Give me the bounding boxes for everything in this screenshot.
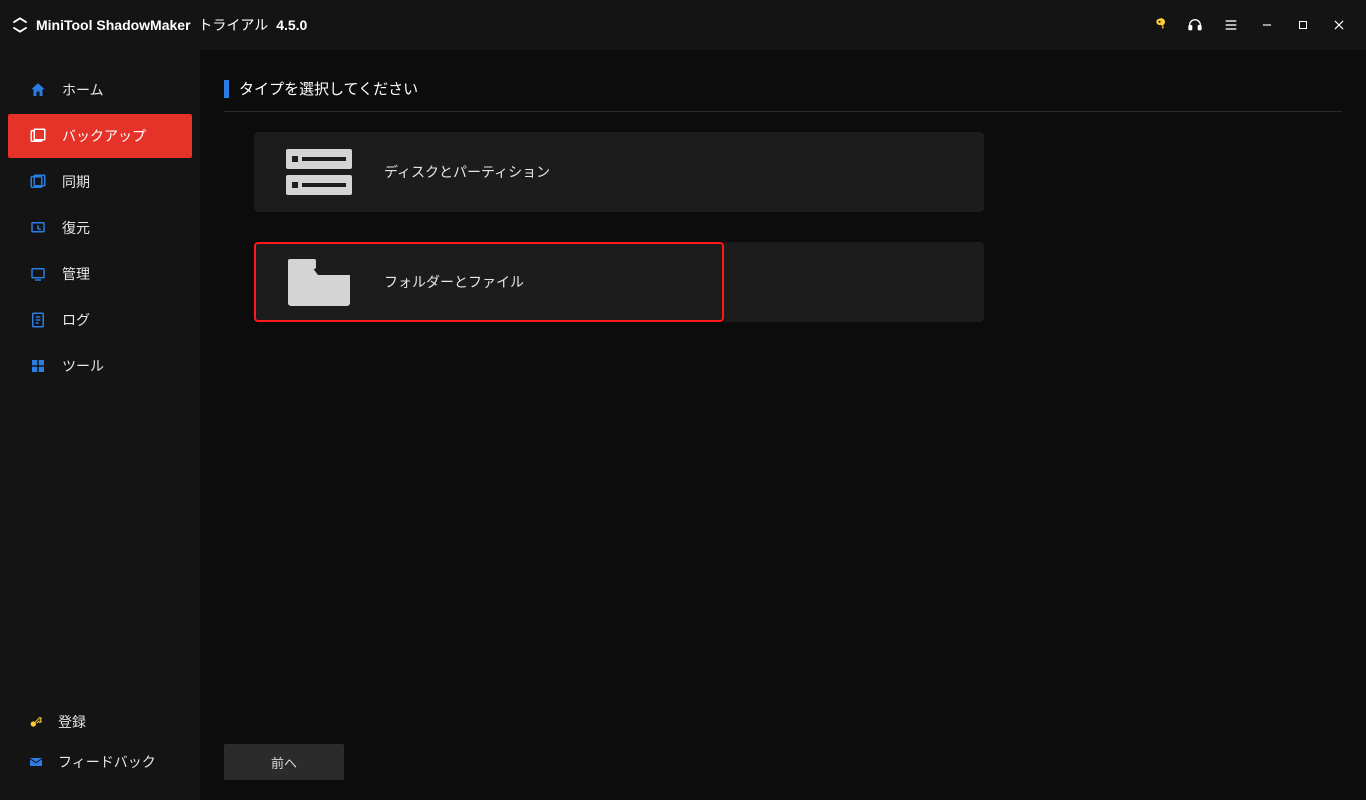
restore-icon bbox=[28, 218, 48, 238]
maximize-icon[interactable] bbox=[1294, 16, 1312, 34]
headset-icon[interactable] bbox=[1186, 16, 1204, 34]
option-disk-partition[interactable]: ディスクとパーティション bbox=[254, 132, 984, 212]
menu-icon[interactable] bbox=[1222, 16, 1240, 34]
section-header: タイプを選択してください bbox=[224, 78, 1342, 112]
disk-icon bbox=[284, 145, 354, 199]
minimize-icon[interactable] bbox=[1258, 16, 1276, 34]
type-options: ディスクとパーティション フォルダーとファイル bbox=[224, 132, 1342, 322]
sidebar-item-label: 同期 bbox=[62, 172, 90, 192]
app-name: MiniTool ShadowMaker bbox=[36, 17, 191, 33]
sidebar-item-label: 管理 bbox=[62, 264, 90, 284]
key-icon bbox=[28, 714, 44, 730]
sidebar-item-label: ホーム bbox=[62, 80, 104, 100]
sidebar-item-label: ツール bbox=[62, 356, 104, 376]
sidebar-item-label: 復元 bbox=[62, 218, 90, 238]
app-logo: MiniTool ShadowMaker トライアル 4.5.0 bbox=[10, 15, 307, 35]
backup-icon bbox=[28, 126, 48, 146]
sync-icon bbox=[28, 172, 48, 192]
tools-icon bbox=[28, 356, 48, 376]
section-title: タイプを選択してください bbox=[239, 78, 418, 99]
sidebar-feedback[interactable]: フィードバック bbox=[0, 742, 200, 782]
sidebar-feedback-label: フィードバック bbox=[58, 752, 156, 772]
accent-bar bbox=[224, 80, 229, 98]
app-version: 4.5.0 bbox=[276, 17, 307, 33]
sidebar-register-label: 登録 bbox=[58, 712, 86, 732]
titlebar-actions bbox=[1150, 16, 1356, 34]
mail-icon bbox=[28, 754, 44, 770]
option-label: フォルダーとファイル bbox=[384, 272, 524, 292]
sidebar-item-log[interactable]: ログ bbox=[8, 298, 192, 342]
main-panel: タイプを選択してください ディスクとパーティション bbox=[200, 50, 1366, 800]
sidebar-item-sync[interactable]: 同期 bbox=[8, 160, 192, 204]
sidebar-item-home[interactable]: ホーム bbox=[8, 68, 192, 112]
sidebar-item-manage[interactable]: 管理 bbox=[8, 252, 192, 296]
key-icon[interactable] bbox=[1150, 16, 1168, 34]
app-logo-icon bbox=[10, 15, 30, 35]
back-button[interactable]: 前へ bbox=[224, 744, 344, 780]
sidebar-item-backup[interactable]: バックアップ bbox=[8, 114, 192, 158]
titlebar: MiniTool ShadowMaker トライアル 4.5.0 bbox=[0, 0, 1366, 50]
footer: 前へ bbox=[224, 744, 1342, 780]
sidebar: ホーム バックアップ 同期 復元 管理 bbox=[0, 50, 200, 800]
sidebar-register[interactable]: 登録 bbox=[0, 702, 200, 742]
log-icon bbox=[28, 310, 48, 330]
folder-icon bbox=[284, 255, 354, 309]
sidebar-item-tools[interactable]: ツール bbox=[8, 344, 192, 388]
sidebar-item-restore[interactable]: 復元 bbox=[8, 206, 192, 250]
close-icon[interactable] bbox=[1330, 16, 1348, 34]
option-folder-file[interactable]: フォルダーとファイル bbox=[254, 242, 724, 322]
manage-icon bbox=[28, 264, 48, 284]
app-title: MiniTool ShadowMaker トライアル 4.5.0 bbox=[36, 15, 307, 35]
sidebar-item-label: ログ bbox=[62, 310, 90, 330]
home-icon bbox=[28, 80, 48, 100]
option-label: ディスクとパーティション bbox=[384, 162, 550, 182]
sidebar-item-label: バックアップ bbox=[62, 126, 146, 146]
app-trial: トライアル bbox=[198, 17, 268, 33]
